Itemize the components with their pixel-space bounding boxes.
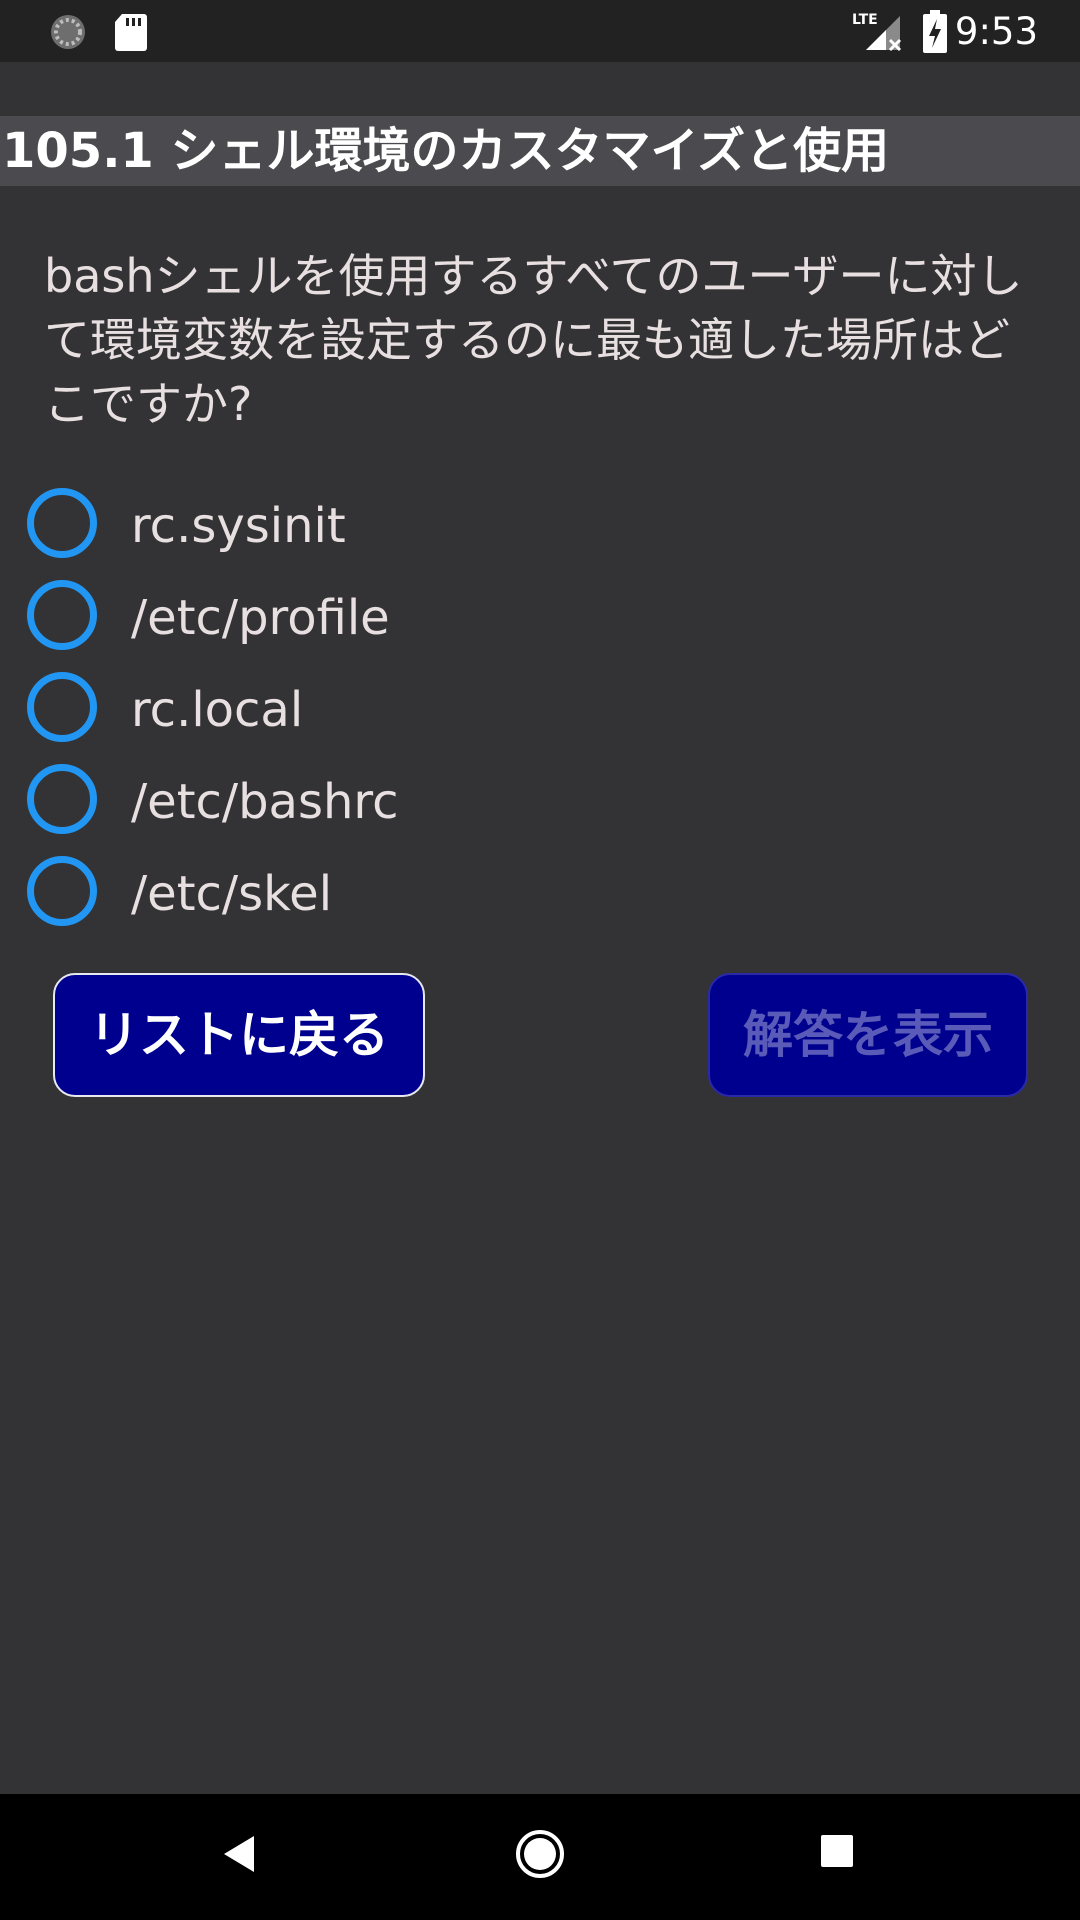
- sd-card-icon: [114, 12, 148, 56]
- option-etc-bashrc[interactable]: /etc/bashrc: [0, 756, 700, 848]
- option-rc-local[interactable]: rc.local: [0, 664, 700, 756]
- title-bar: 105.1 シェル環境のカスタマイズと使用: [0, 116, 1080, 186]
- signal-icon: LTE: [852, 10, 904, 58]
- status-time: 9:53: [954, 10, 1038, 53]
- show-answer-button[interactable]: 解答を表示: [708, 973, 1028, 1097]
- option-etc-profile[interactable]: /etc/profile: [0, 572, 700, 664]
- option-label: rc.local: [131, 682, 304, 738]
- option-label: /etc/profile: [131, 590, 390, 646]
- radio-button-icon[interactable]: [27, 672, 97, 742]
- home-icon[interactable]: [514, 1828, 566, 1884]
- radio-button-icon[interactable]: [27, 580, 97, 650]
- option-label: /etc/bashrc: [131, 774, 399, 830]
- network-label: LTE: [852, 12, 878, 28]
- option-label: rc.sysinit: [131, 498, 346, 554]
- option-label: /etc/skel: [131, 866, 333, 922]
- loading-icon: [48, 12, 88, 56]
- radio-button-icon[interactable]: [27, 764, 97, 834]
- recents-icon[interactable]: [820, 1834, 854, 1872]
- back-icon[interactable]: [222, 1834, 256, 1878]
- page-title: 105.1 シェル環境のカスタマイズと使用: [2, 123, 890, 179]
- radio-button-icon[interactable]: [27, 488, 97, 558]
- back-to-list-button[interactable]: リストに戻る: [53, 973, 425, 1097]
- radio-button-icon[interactable]: [27, 856, 97, 926]
- option-rc-sysinit[interactable]: rc.sysinit: [0, 480, 700, 572]
- navigation-bar: [0, 1794, 1080, 1920]
- question-text: bashシェルを使用するすべてのユーザーに対して環境変数を設定するのに最も適した…: [44, 249, 1023, 431]
- battery-charging-icon: [922, 10, 948, 58]
- option-etc-skel[interactable]: /etc/skel: [0, 848, 700, 940]
- status-bar: LTE 9:53: [0, 0, 1080, 62]
